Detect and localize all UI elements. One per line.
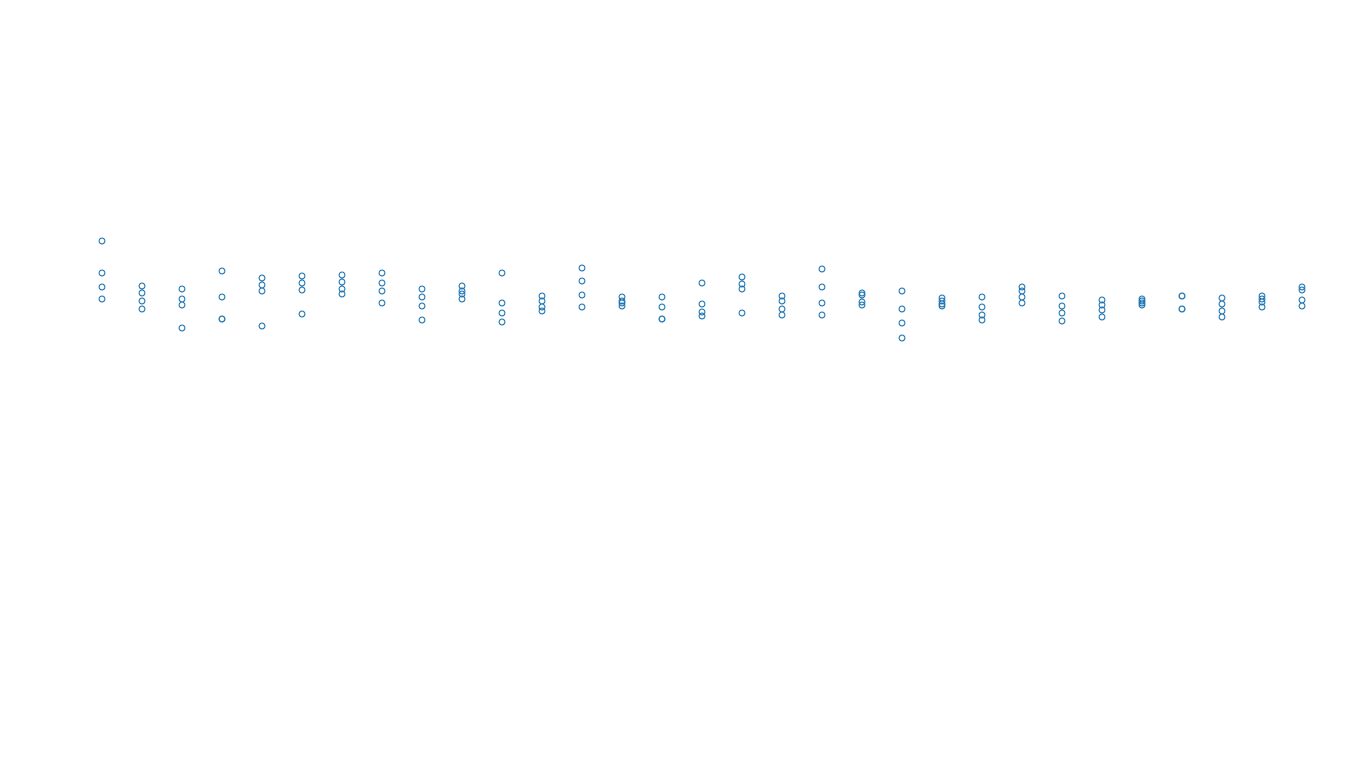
scatter-point <box>258 281 266 289</box>
scatter-point <box>498 299 506 307</box>
scatter-point <box>138 289 146 297</box>
scatter-point <box>178 285 186 293</box>
scatter-point <box>698 312 706 320</box>
scatter-point <box>258 287 266 295</box>
scatter-point <box>418 285 426 293</box>
scatter-point <box>98 269 106 277</box>
scatter-point <box>818 265 826 273</box>
scatter-point <box>378 269 386 277</box>
scatter-chart <box>0 0 1360 768</box>
scatter-point <box>658 315 666 323</box>
scatter-point <box>1098 313 1106 321</box>
scatter-point <box>298 310 306 318</box>
scatter-point <box>338 271 346 279</box>
scatter-point <box>178 324 186 332</box>
scatter-point <box>578 264 586 272</box>
scatter-point <box>578 291 586 299</box>
scatter-point <box>898 287 906 295</box>
scatter-point <box>98 237 106 245</box>
scatter-point <box>738 309 746 317</box>
scatter-point <box>1018 299 1026 307</box>
scatter-point <box>1178 292 1186 300</box>
scatter-point <box>818 299 826 307</box>
scatter-point <box>898 334 906 342</box>
scatter-point <box>98 295 106 303</box>
scatter-point <box>578 303 586 311</box>
scatter-point <box>1058 292 1066 300</box>
scatter-point <box>778 311 786 319</box>
scatter-point <box>138 297 146 305</box>
scatter-point <box>418 316 426 324</box>
plot-area <box>98 237 1306 342</box>
scatter-point <box>258 274 266 282</box>
scatter-point <box>778 305 786 313</box>
scatter-point <box>498 318 506 326</box>
scatter-point <box>298 279 306 287</box>
scatter-point <box>1018 287 1026 295</box>
scatter-point <box>898 305 906 313</box>
scatter-point <box>658 303 666 311</box>
scatter-point <box>378 287 386 295</box>
scatter-point <box>818 283 826 291</box>
scatter-point <box>1218 294 1226 302</box>
scatter-point <box>338 278 346 286</box>
scatter-point <box>298 272 306 280</box>
scatter-point <box>178 301 186 309</box>
scatter-point <box>218 315 226 323</box>
scatter-point <box>898 319 906 327</box>
scatter-point <box>378 279 386 287</box>
scatter-point <box>1058 302 1066 310</box>
scatter-point <box>1178 305 1186 313</box>
scatter-point <box>138 305 146 313</box>
scatter-point <box>698 300 706 308</box>
scatter-point <box>258 322 266 330</box>
scatter-point <box>698 279 706 287</box>
scatter-point <box>538 307 546 315</box>
scatter-point <box>658 293 666 301</box>
scatter-point <box>1218 307 1226 315</box>
scatter-point <box>1218 300 1226 308</box>
scatter-point <box>498 269 506 277</box>
scatter-point <box>818 311 826 319</box>
scatter-point <box>138 282 146 290</box>
scatter-point <box>1058 309 1066 317</box>
scatter-point <box>218 293 226 301</box>
scatter-point <box>578 277 586 285</box>
scatter-point <box>418 293 426 301</box>
scatter-point <box>978 303 986 311</box>
scatter-point <box>1298 296 1306 304</box>
scatter-point <box>178 295 186 303</box>
scatter-point <box>1218 313 1226 321</box>
scatter-point <box>418 302 426 310</box>
scatter-point <box>978 293 986 301</box>
scatter-point <box>98 283 106 291</box>
scatter-point <box>738 273 746 281</box>
scatter-point <box>1058 317 1066 325</box>
scatter-point <box>298 286 306 294</box>
scatter-point <box>218 267 226 275</box>
scatter-point <box>378 299 386 307</box>
scatter-point <box>1018 293 1026 301</box>
scatter-point <box>498 309 506 317</box>
scatter-point <box>1298 302 1306 310</box>
points-layer <box>98 237 1306 342</box>
